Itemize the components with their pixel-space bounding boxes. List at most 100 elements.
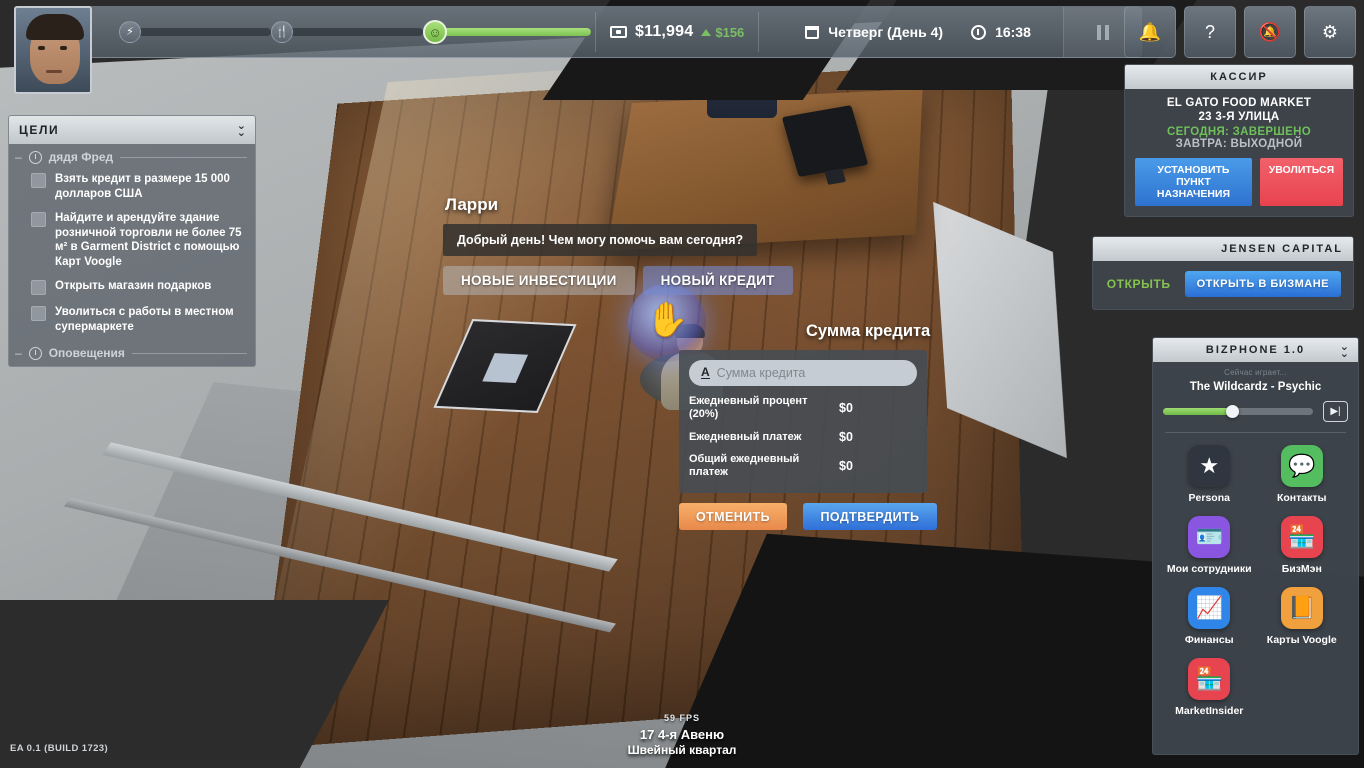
- loan-actions: ОТМЕНИТЬ ПОДТВЕРДИТЬ: [679, 503, 937, 530]
- help-button[interactable]: ?: [1184, 6, 1236, 58]
- bizphone-app-label: Финансы: [1184, 634, 1234, 646]
- status-bar-hunger[interactable]: 🍴: [271, 21, 423, 43]
- loan-row-value: $0: [839, 459, 853, 473]
- chevron-down-icon[interactable]: ⌄ ⌄: [237, 121, 246, 139]
- objectives-header[interactable]: ЦЕЛИ ⌄ ⌄: [9, 116, 255, 144]
- cashier-job-panel: КАССИР EL GATO FOOD MARKET 23 3-Я УЛИЦА …: [1124, 64, 1354, 217]
- food-icon: 🍴: [271, 21, 293, 43]
- objective-item[interactable]: Уволиться с работы в местном супермаркет…: [9, 301, 255, 340]
- bizphone-app-label: Карты Voogle: [1266, 634, 1337, 646]
- loan-amount-input[interactable]: A Сумма кредита: [689, 360, 917, 386]
- now-playing-label: Сейчас играет...: [1224, 368, 1287, 377]
- bizphone-app-label: Мои сотрудники: [1166, 563, 1252, 575]
- status-bar-happiness[interactable]: ☺: [423, 20, 591, 44]
- storefront-icon: 🏪: [1280, 516, 1323, 558]
- objectives-group-notifications[interactable]: – Оповещения: [9, 340, 255, 366]
- bizphone-app-grid: ★ Persona 💬 Контакты 🪪 Мои сотрудники 🏪 БизМэн 📈…: [1163, 437, 1348, 721]
- top-hud-bar: ⚡ 🍴 ☺ $11,994 $156 Четверг (День 4) 16:3…: [22, 6, 1142, 58]
- objective-label: Открыть магазин подарков: [55, 280, 212, 292]
- current-day: Четверг (День 4): [805, 24, 943, 40]
- loan-row-daily-payment: Ежедневный платеж $0: [689, 430, 917, 444]
- loan-row-label: Ежедневный платеж: [689, 430, 802, 443]
- status-bar-energy[interactable]: ⚡: [119, 21, 271, 43]
- dialogue-option-new-investments[interactable]: НОВЫЕ ИНВЕСТИЦИИ: [443, 266, 635, 295]
- objective-checkbox[interactable]: [31, 173, 46, 188]
- quit-job-button[interactable]: УВОЛИТЬСЯ: [1259, 158, 1343, 206]
- game-screen: ✋ ⚡ 🍴 ☺ $11,994 $156 Четверг (День 4) 16…: [0, 0, 1364, 768]
- divider: [120, 156, 247, 158]
- status-bars: ⚡ 🍴 ☺: [119, 20, 591, 44]
- chat-icon: 💬: [1280, 445, 1323, 487]
- id-badge-icon: 🪪: [1188, 516, 1231, 558]
- set-destination-button[interactable]: УСТАНОВИТЬ ПУНКТ НАЗНАЧЕНИЯ: [1135, 158, 1252, 206]
- day-label: Четверг (День 4): [828, 24, 944, 40]
- objective-item[interactable]: Найдите и арендуйте здание розничной тор…: [9, 207, 255, 275]
- bizphone-app-marketinsider[interactable]: 🏪 MarketInsider: [1163, 650, 1256, 721]
- mute-button[interactable]: 🔕: [1244, 6, 1296, 58]
- bizphone-app-бизмэн[interactable]: 🏪 БизМэн: [1256, 508, 1349, 579]
- date-time-display: Четверг (День 4) 16:38: [763, 24, 1031, 40]
- cancel-button[interactable]: ОТМЕНИТЬ: [679, 503, 787, 530]
- fps-counter: 59 FPS: [663, 713, 700, 723]
- jensen-capital-panel: JENSEN CAPITAL ОТКРЫТЬ ОТКРЫТЬ В БИЗМАНЕ: [1092, 236, 1354, 310]
- objectives-group-uncle-fred[interactable]: – дядя Фред: [9, 144, 255, 168]
- arrow-up-icon: [701, 28, 712, 36]
- question-mark-icon: ?: [1204, 21, 1215, 42]
- bizphone-app-label: Persona: [1188, 492, 1230, 504]
- objective-checkbox[interactable]: [31, 280, 46, 295]
- money-delta: $156: [701, 25, 744, 40]
- loan-amount-placeholder: Сумма кредита: [716, 366, 806, 380]
- divider: [1165, 432, 1346, 433]
- confirm-button[interactable]: ПОДТВЕРДИТЬ: [803, 503, 937, 530]
- collapse-icon[interactable]: –: [15, 150, 22, 164]
- bizphone-app-финансы[interactable]: 📈 Финансы: [1163, 579, 1256, 650]
- bizphone-app-контакты[interactable]: 💬 Контакты: [1256, 437, 1349, 508]
- chart-icon: 📈: [1188, 587, 1231, 629]
- open-in-bizman-button[interactable]: ОТКРЫТЬ В БИЗМАНЕ: [1184, 271, 1341, 297]
- bell-icon: 🔔: [1138, 21, 1162, 42]
- skip-next-icon: ▶|: [1330, 406, 1341, 417]
- objective-label: Уволиться с работы в местном супермаркет…: [55, 306, 234, 333]
- music-player: ▶|: [1163, 401, 1348, 422]
- loan-row-label: Общий ежедневный платеж: [689, 453, 800, 478]
- cashier-today-status: СЕГОДНЯ: ЗАВЕРШЕНО: [1167, 126, 1311, 138]
- next-track-button[interactable]: ▶|: [1323, 401, 1348, 422]
- objective-label: Найдите и арендуйте здание розничной тор…: [55, 212, 242, 268]
- objectives-panel: ЦЕЛИ ⌄ ⌄ – дядя Фред Взять кредит в разме…: [8, 115, 256, 367]
- objective-item[interactable]: Открыть магазин подарков: [9, 275, 255, 301]
- cashier-panel-title: КАССИР: [1125, 65, 1353, 89]
- chevron-down-icon[interactable]: ⌄ ⌄: [1340, 342, 1349, 360]
- bizphone-app-label: Контакты: [1276, 492, 1327, 504]
- cashier-shop-name: EL GATO FOOD MARKET: [1166, 97, 1312, 109]
- objective-checkbox[interactable]: [31, 212, 46, 227]
- music-progress-slider[interactable]: [1163, 405, 1313, 418]
- bizphone-app-мои-сотрудники[interactable]: 🪪 Мои сотрудники: [1163, 508, 1256, 579]
- clock-icon: [28, 150, 42, 164]
- bizphone-app-карты-voogle[interactable]: 📙 Карты Voogle: [1256, 579, 1349, 650]
- cashier-tomorrow-status: ЗАВТРА: ВЫХОДНОЙ: [1175, 138, 1303, 150]
- notifications-button[interactable]: 🔔: [1124, 6, 1176, 58]
- money-display: $11,994 $156: [600, 23, 754, 41]
- time-label: 16:38: [995, 24, 1031, 40]
- money-amount: $11,994: [635, 23, 694, 40]
- settings-button[interactable]: ⚙: [1304, 6, 1356, 58]
- now-playing-track: The Wildcardz - Psychic: [1189, 381, 1322, 393]
- dialogue-option-new-loan[interactable]: НОВЫЙ КРЕДИТ: [642, 266, 793, 295]
- bizphone-header[interactable]: BIZPHONE 1.0 ⌄ ⌄: [1153, 338, 1358, 362]
- open-link[interactable]: ОТКРЫТЬ: [1107, 277, 1171, 291]
- objective-checkbox[interactable]: [31, 306, 46, 321]
- clock-icon: [971, 24, 987, 40]
- divider: [758, 12, 760, 52]
- text-cursor-icon: A: [701, 365, 710, 379]
- smiley-icon: ☺: [423, 20, 447, 44]
- avatar[interactable]: [14, 6, 92, 94]
- objectives-title: ЦЕЛИ: [19, 123, 60, 137]
- cashier-shop-address: 23 3-Я УЛИЦА: [1198, 111, 1280, 123]
- collapse-icon[interactable]: –: [15, 346, 22, 360]
- pause-icon: [1096, 24, 1109, 40]
- bizphone-app-persona[interactable]: ★ Persona: [1163, 437, 1256, 508]
- objective-item[interactable]: Взять кредит в размере 15 000 долларов С…: [9, 168, 255, 207]
- bizphone-panel: BIZPHONE 1.0 ⌄ ⌄ Сейчас играет... The Wil…: [1152, 337, 1359, 755]
- hand-icon: ✋: [646, 301, 689, 339]
- loan-panel-title: Сумма кредита: [806, 322, 931, 340]
